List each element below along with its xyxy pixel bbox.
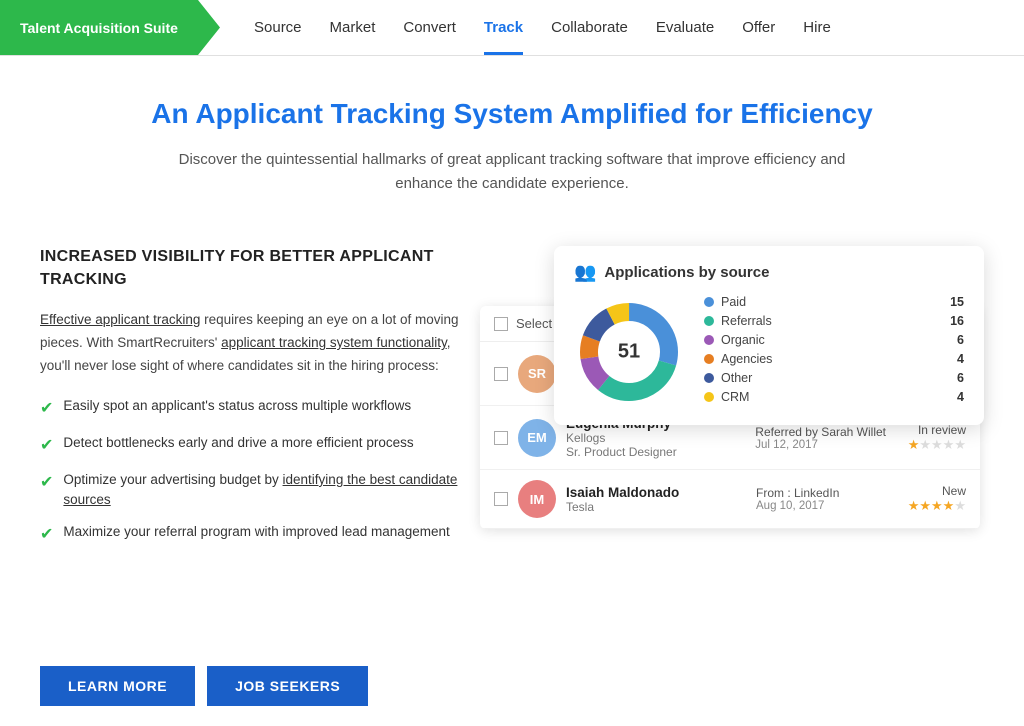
date-eugenia: Jul 12, 2017 (755, 439, 886, 451)
logo-text: Talent Acquisition Suite (20, 20, 178, 36)
avatar-eugenia: EM (518, 419, 556, 457)
legend-other: Other 6 (704, 371, 964, 385)
candidate-info-isaiah: Isaiah Maldonado Tesla (566, 485, 746, 514)
cta-buttons: LEARN MORE JOB SEEKERS (0, 666, 1024, 726)
link-ats-functionality[interactable]: applicant tracking system functionality (221, 335, 447, 350)
feature-item-4: ✔ Maximize your referral program with im… (40, 522, 480, 547)
status-isaiah: New ★★★★★ (896, 484, 966, 514)
feature-item-1: ✔ Easily spot an applicant's status acro… (40, 396, 480, 421)
legend-crm: CRM 4 (704, 390, 964, 404)
check-icon-2: ✔ (40, 434, 53, 458)
nav-market[interactable]: Market (316, 0, 390, 55)
avatar-isaiah: IM (518, 480, 556, 518)
status-label-isaiah: New (896, 484, 966, 498)
source-isaiah: From : LinkedIn (756, 486, 886, 500)
checkbox-isaiah[interactable] (494, 492, 508, 506)
legend-organic: Organic 6 (704, 333, 964, 347)
nav-track[interactable]: Track (470, 0, 537, 55)
checkbox-sara[interactable] (494, 367, 508, 381)
nav-convert[interactable]: Convert (389, 0, 470, 55)
candidate-company-eugenia: Kellogs (566, 431, 745, 445)
check-icon-1: ✔ (40, 397, 53, 421)
donut-chart: 51 (574, 297, 684, 407)
feature-text-2: Detect bottlenecks early and drive a mor… (63, 433, 413, 453)
feature-item-3: ✔ Optimize your advertising budget by id… (40, 470, 480, 511)
checkbox-eugenia[interactable] (494, 431, 508, 445)
main-nav: Source Market Convert Track Collaborate … (220, 0, 845, 55)
date-isaiah: Aug 10, 2017 (756, 500, 886, 512)
candidate-meta-eugenia: Referred by Sarah Willet Jul 12, 2017 (755, 425, 886, 451)
hero-section: An Applicant Tracking System Amplified f… (0, 56, 1024, 216)
legend-agencies: Agencies 4 (704, 352, 964, 366)
nav-offer[interactable]: Offer (728, 0, 789, 55)
intro-text: Effective applicant tracking requires ke… (40, 309, 480, 378)
link-candidate-sources[interactable]: identifying the best candidate sources (63, 472, 457, 507)
source-eugenia: Referred by Sarah Willet (755, 425, 886, 439)
select-all-checkbox[interactable] (494, 317, 508, 331)
feature-text-4: Maximize your referral program with impr… (63, 522, 449, 542)
hero-subtitle: Discover the quintessential hallmarks of… (162, 148, 862, 196)
nav-evaluate[interactable]: Evaluate (642, 0, 728, 55)
legend-referrals: Referrals 16 (704, 314, 964, 328)
check-icon-3: ✔ (40, 471, 53, 495)
job-seekers-button[interactable]: JOB SEEKERS (207, 666, 368, 706)
stars-eugenia: ★★★★★ (896, 437, 966, 453)
candidate-row-isaiah: IM Isaiah Maldonado Tesla From : LinkedI… (480, 470, 980, 529)
check-icon-4: ✔ (40, 523, 53, 547)
candidate-company-isaiah: Tesla (566, 500, 746, 514)
learn-more-button[interactable]: LEARN MORE (40, 666, 195, 706)
right-column: 👥 Applications by source (510, 246, 984, 626)
widget-legend: Paid 15 Referrals 16 Organic 6 Agencies … (704, 295, 964, 409)
feature-item-2: ✔ Detect bottlenecks early and drive a m… (40, 433, 480, 458)
feature-text-1: Easily spot an applicant's status across… (63, 396, 411, 416)
link-effective-tracking[interactable]: Effective applicant tracking (40, 312, 200, 327)
feature-text-3: Optimize your advertising budget by iden… (63, 470, 480, 511)
avatar-sara: SR (518, 355, 556, 393)
widget-body: 51 Paid 15 Referrals 16 Organic 6 (574, 295, 964, 409)
feature-list: ✔ Easily spot an applicant's status acro… (40, 396, 480, 548)
logo-banner: Talent Acquisition Suite (0, 0, 220, 55)
nav-hire[interactable]: Hire (789, 0, 845, 55)
stars-isaiah: ★★★★★ (896, 498, 966, 514)
nav-source[interactable]: Source (240, 0, 316, 55)
donut-total: 51 (618, 341, 640, 364)
people-icon: 👥 (574, 262, 596, 283)
status-eugenia: In review ★★★★★ (896, 423, 966, 453)
nav-collaborate[interactable]: Collaborate (537, 0, 642, 55)
widget-title: Applications by source (604, 264, 769, 281)
header: Talent Acquisition Suite Source Market C… (0, 0, 1024, 56)
content-section: INCREASED VISIBILITY FOR BETTER APPLICAN… (0, 216, 1024, 646)
widget-header: 👥 Applications by source (574, 262, 964, 283)
applications-widget: 👥 Applications by source (554, 246, 984, 425)
section-heading: INCREASED VISIBILITY FOR BETTER APPLICAN… (40, 246, 480, 291)
legend-paid: Paid 15 (704, 295, 964, 309)
candidate-meta-isaiah: From : LinkedIn Aug 10, 2017 (756, 486, 886, 512)
candidate-name-isaiah: Isaiah Maldonado (566, 485, 746, 500)
left-column: INCREASED VISIBILITY FOR BETTER APPLICAN… (40, 246, 480, 567)
hero-title: An Applicant Tracking System Amplified f… (80, 96, 944, 132)
candidate-title-eugenia: Sr. Product Designer (566, 445, 745, 459)
